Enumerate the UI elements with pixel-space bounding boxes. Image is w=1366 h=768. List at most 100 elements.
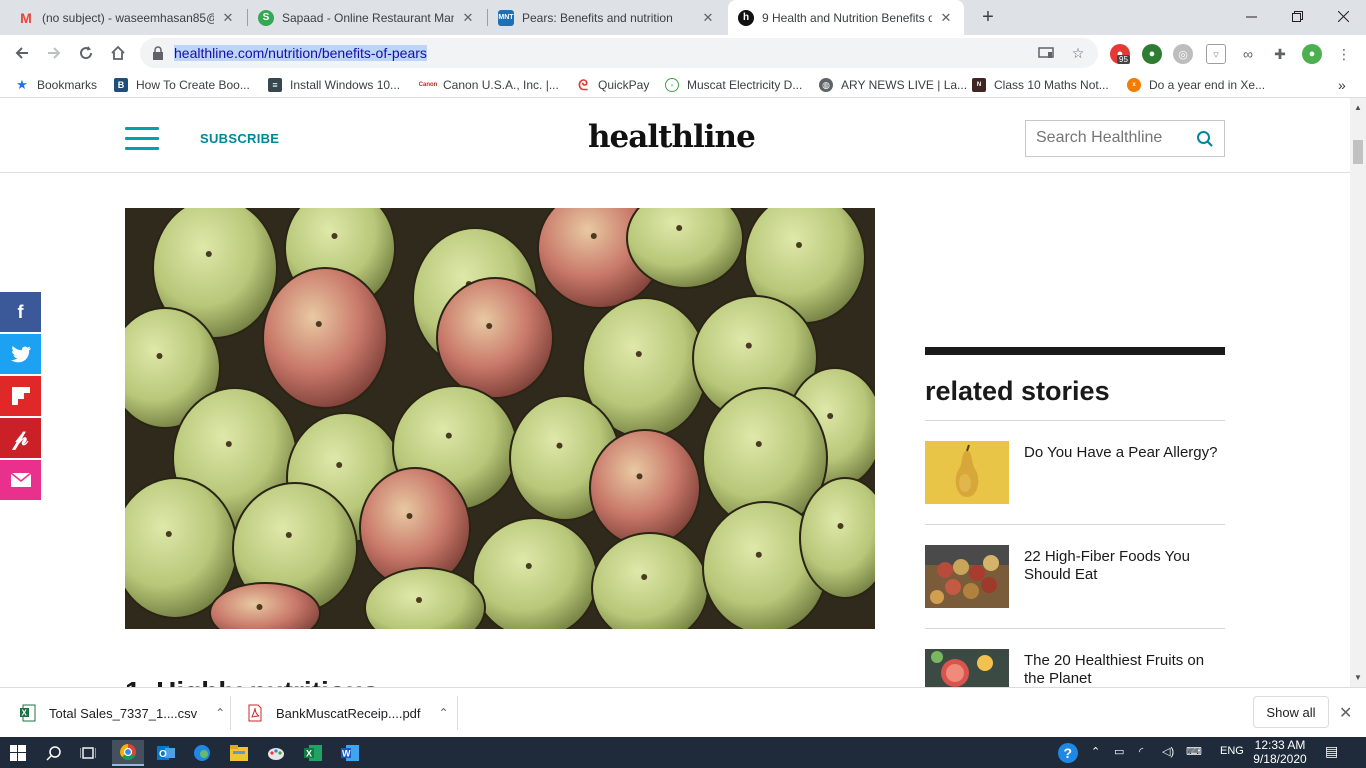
forward-button[interactable] xyxy=(40,39,68,67)
tab-pears-benefits[interactable]: MNT Pears: Benefits and nutrition ✕ xyxy=(488,0,726,35)
close-window-button[interactable] xyxy=(1320,0,1366,32)
bookmark-bookmarks[interactable]: ★ Bookmarks xyxy=(15,76,97,94)
related-story[interactable]: 22 High-Fiber Foods You Should Eat xyxy=(925,525,1225,629)
scroll-up-arrow-icon[interactable]: ▲ xyxy=(1354,104,1362,112)
show-all-downloads-button[interactable]: Show all xyxy=(1253,696,1329,728)
back-arrow-icon xyxy=(15,47,28,59)
reload-button[interactable] xyxy=(72,39,100,67)
browser-tab-strip: M (no subject) - waseemhasan85@gm ✕ S Sa… xyxy=(0,0,1366,35)
chrome-taskbar-icon[interactable] xyxy=(112,740,144,766)
related-divider-bar xyxy=(925,347,1225,355)
new-tab-button[interactable]: + xyxy=(976,5,1000,29)
extension-cycle-icon[interactable]: ∞ xyxy=(1238,44,1258,64)
tab-gmail[interactable]: M (no subject) - waseemhasan85@gm ✕ xyxy=(8,0,246,35)
bookmark-item[interactable]: ◦ Muscat Electricity D... xyxy=(665,76,802,94)
bookmark-star-icon[interactable]: ☆ xyxy=(1069,44,1087,62)
gmail-icon: M xyxy=(20,9,32,26)
story-thumbnail xyxy=(925,441,1009,504)
bookmarks-overflow-button[interactable]: » xyxy=(1338,76,1346,94)
file-explorer-taskbar-icon[interactable] xyxy=(223,740,255,766)
search-taskbar-icon[interactable] xyxy=(38,740,70,766)
close-tab-icon[interactable]: ✕ xyxy=(460,10,476,26)
keyboard-icon[interactable]: ⌨ xyxy=(1186,745,1202,758)
muscat-icon: ◦ xyxy=(665,78,679,92)
flipboard-icon xyxy=(11,387,30,405)
bookmark-item[interactable]: B How To Create Boo... xyxy=(114,76,250,94)
extensions-puzzle-icon[interactable]: ✚ xyxy=(1270,44,1290,64)
edge-taskbar-icon[interactable] xyxy=(186,740,218,766)
excel-taskbar-icon[interactable]: X xyxy=(297,740,329,766)
news-icon: MNT xyxy=(498,9,514,26)
word-taskbar-icon[interactable]: W xyxy=(334,740,366,766)
volume-icon[interactable]: ◁) xyxy=(1162,745,1174,758)
site-logo[interactable]: healthline xyxy=(588,119,756,155)
menu-kebab-icon[interactable]: ⋮ xyxy=(1334,44,1354,64)
share-flipboard-button[interactable] xyxy=(0,376,41,416)
bookmark-item[interactable]: x Do a year end in Xe... xyxy=(1127,76,1265,94)
share-twitter-button[interactable] xyxy=(0,334,41,374)
hamburger-menu-icon[interactable] xyxy=(125,127,159,151)
canon-icon: Canon xyxy=(418,82,438,88)
scroll-thumb[interactable] xyxy=(1353,140,1363,164)
bookmark-item[interactable]: ◍ ARY NEWS LIVE | La... xyxy=(819,76,967,94)
language-indicator[interactable]: ENG xyxy=(1220,745,1244,757)
share-pinterest-button[interactable]: 𝓅 xyxy=(0,418,41,458)
search-input[interactable] xyxy=(1036,129,1196,147)
home-button[interactable] xyxy=(104,39,132,67)
web-page: SUBSCRIBE healthline f 𝓅 xyxy=(0,98,1350,687)
minimize-button[interactable] xyxy=(1228,0,1274,32)
extension-compass-icon[interactable]: ◎ xyxy=(1173,44,1193,64)
paint-taskbar-icon[interactable] xyxy=(260,740,292,766)
tab-sapaad[interactable]: S Sapaad - Online Restaurant Mana ✕ xyxy=(248,0,486,35)
story-title[interactable]: The 20 Healthiest Fruits on the Planet xyxy=(1024,652,1224,687)
close-tab-icon[interactable]: ✕ xyxy=(220,10,236,26)
svg-text:X: X xyxy=(22,709,28,718)
download-item[interactable]: BankMuscatReceip....pdf ⌃ xyxy=(247,688,449,738)
chevron-up-icon[interactable]: ⌃ xyxy=(215,706,225,720)
close-downloads-icon[interactable]: ✕ xyxy=(1339,703,1352,723)
close-tab-icon[interactable]: ✕ xyxy=(700,10,716,26)
share-facebook-button[interactable]: f xyxy=(0,292,41,332)
cast-icon[interactable] xyxy=(1037,44,1055,62)
back-button[interactable] xyxy=(8,39,36,67)
bookmark-item[interactable]: ᘓ QuickPay xyxy=(576,76,649,94)
outlook-taskbar-icon[interactable]: O xyxy=(150,740,182,766)
help-icon[interactable]: ? xyxy=(1052,740,1084,766)
related-story[interactable]: Do You Have a Pear Allergy? xyxy=(925,421,1225,525)
tab-healthline[interactable]: h 9 Health and Nutrition Benefits o ✕ xyxy=(728,0,964,35)
extension-globe-icon[interactable]: ● xyxy=(1142,44,1162,64)
story-title[interactable]: Do You Have a Pear Allergy? xyxy=(1024,444,1224,462)
wifi-icon[interactable]: ◜ xyxy=(1139,745,1143,758)
battery-icon[interactable]: ▭ xyxy=(1114,745,1124,758)
share-email-button[interactable] xyxy=(0,460,41,500)
close-tab-icon[interactable]: ✕ xyxy=(938,10,954,26)
story-title[interactable]: 22 High-Fiber Foods You Should Eat xyxy=(1024,548,1224,584)
system-clock[interactable]: 12:33 AM 9/18/2020 xyxy=(1252,738,1308,766)
pears-photo xyxy=(125,208,875,629)
bookmark-item[interactable]: ≡ Install Windows 10... xyxy=(268,76,400,94)
scroll-down-arrow-icon[interactable]: ▼ xyxy=(1354,674,1362,682)
address-bar[interactable]: healthline.com/nutrition/benefits-of-pea… xyxy=(140,38,1098,68)
download-item[interactable]: X Total Sales_7337_1....csv ⌃ xyxy=(20,688,225,738)
profile-avatar[interactable]: ● xyxy=(1302,44,1322,64)
subscribe-link[interactable]: SUBSCRIBE xyxy=(200,131,279,146)
chevron-up-icon[interactable]: ⌃ xyxy=(439,706,449,720)
search-icon[interactable] xyxy=(1196,130,1214,148)
forward-arrow-icon xyxy=(48,47,61,59)
extension-shield-icon[interactable]: ▿ xyxy=(1206,44,1226,64)
story-thumbnail xyxy=(925,545,1009,608)
notifications-icon[interactable]: ▤ xyxy=(1325,743,1338,760)
task-view-icon[interactable] xyxy=(72,740,104,766)
bookmark-item[interactable]: Canon Canon U.S.A., Inc. |... xyxy=(418,76,559,94)
url-text[interactable]: healthline.com/nutrition/benefits-of-pea… xyxy=(174,45,427,61)
start-button[interactable] xyxy=(2,740,34,766)
restore-button[interactable] xyxy=(1274,0,1320,32)
related-story[interactable]: The 20 Healthiest Fruits on the Planet xyxy=(925,629,1225,687)
bookmark-item[interactable]: N Class 10 Maths Not... xyxy=(972,76,1109,94)
page-scrollbar[interactable]: ▲ ▼ xyxy=(1350,98,1366,687)
facebook-icon: f xyxy=(17,301,24,322)
tray-overflow-icon[interactable]: ⌃ xyxy=(1091,745,1100,758)
svg-text:W: W xyxy=(342,749,351,759)
site-search[interactable] xyxy=(1025,120,1225,157)
windows-taskbar: O X W ? ⌃ ▭ ◜ ◁) ⌨ ENG 12:33 AM 9/18/202… xyxy=(0,737,1366,768)
